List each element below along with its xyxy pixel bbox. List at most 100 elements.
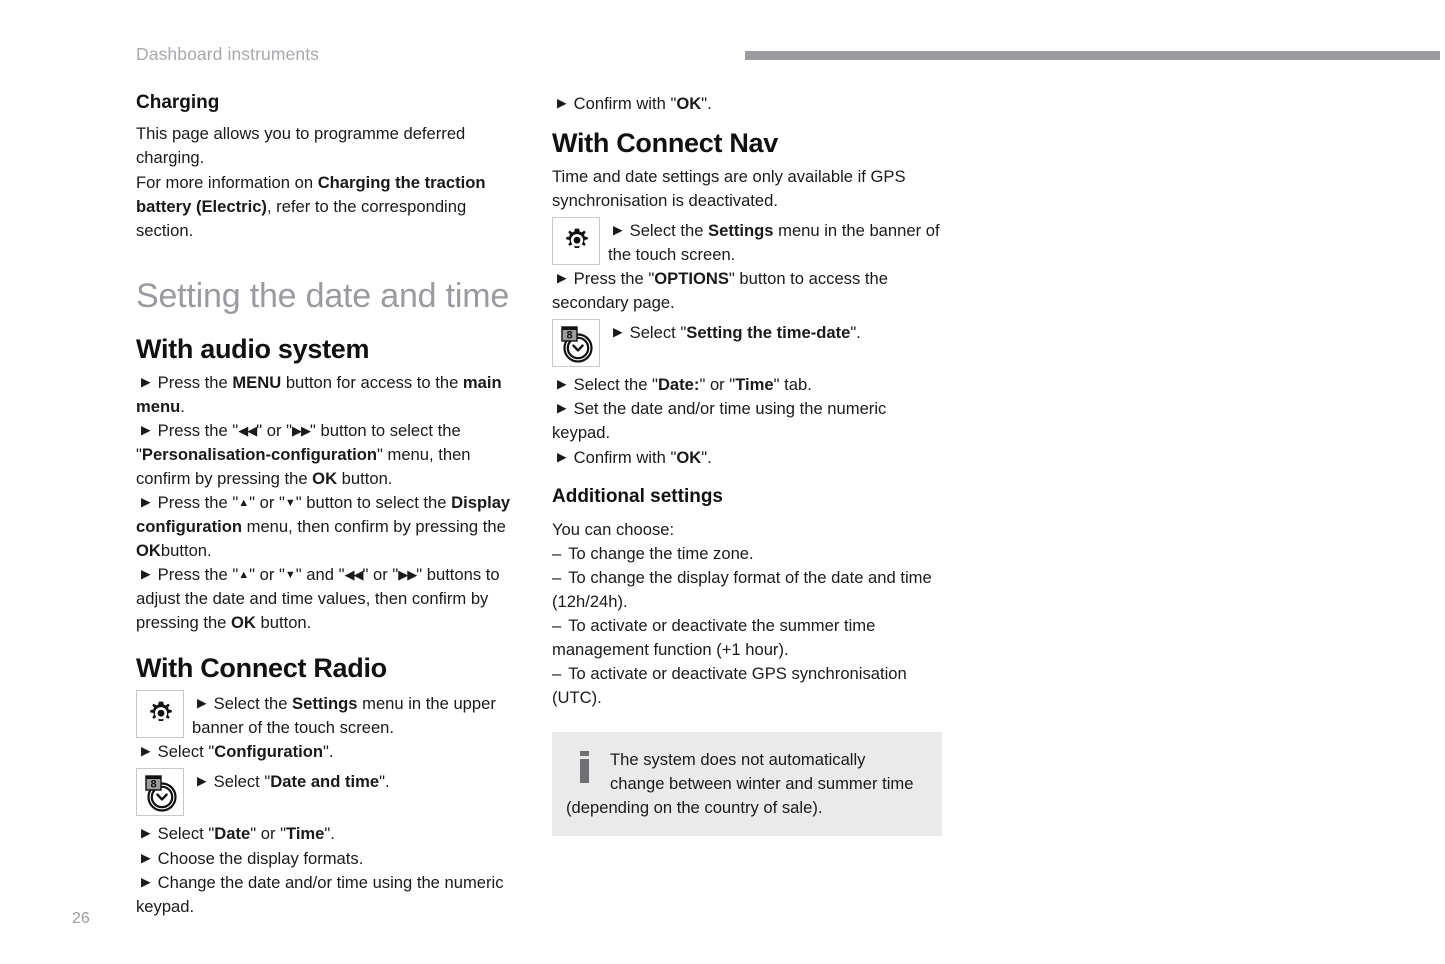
step-marker-icon: ▶ <box>197 774 207 789</box>
audio-step4-mid: " or " <box>249 565 285 585</box>
step-marker-icon: ▶ <box>141 422 151 437</box>
cn-step4-bold: Date: <box>657 375 700 395</box>
connect-radio-step-4: ▶ Select "Date" or "Time". <box>136 822 526 846</box>
info-icon <box>580 751 589 784</box>
audio-system-heading: With audio system <box>136 333 370 364</box>
gear-icon <box>150 701 172 722</box>
up-arrow-icon: ▲ <box>238 569 250 582</box>
step-marker-icon: ▶ <box>141 826 151 841</box>
connect-nav-step-2: ▶ Press the "OPTIONS" button to access th… <box>552 267 942 315</box>
connect-radio-step-6: ▶ Change the date and/or time using the n… <box>136 871 526 919</box>
cr-step2-bold: Configuration <box>214 742 324 762</box>
dash-marker-icon: – <box>552 544 562 564</box>
connect-nav-step-6: ▶ Confirm with "OK". <box>552 446 942 470</box>
cn-step4-pre: Select the " <box>573 375 658 395</box>
info-note-box: The system does not automatically change… <box>552 732 942 837</box>
additional-item-1-text: To change the time zone. <box>568 544 754 564</box>
up-arrow-icon: ▲ <box>238 497 250 510</box>
audio-step4-bold: OK <box>231 613 256 633</box>
confirm-bold: OK <box>676 94 702 113</box>
step-marker-icon: ▶ <box>613 223 623 238</box>
connect-radio-settings-row: ▶ Select the Settings menu in the upper b… <box>136 690 526 740</box>
step-marker-icon: ▶ <box>613 325 623 340</box>
cn-step6-pre: Confirm with " <box>573 447 677 467</box>
dash-marker-icon: – <box>552 664 562 684</box>
confirm-ok-step: ▶ Confirm with "OK". <box>552 92 942 116</box>
connect-radio-step-5: ▶ Choose the display formats. <box>136 847 526 871</box>
step-marker-icon: ▶ <box>141 567 151 582</box>
cn-step4-bold2: Time <box>735 375 774 395</box>
cr-step4-bold: Date <box>214 824 251 844</box>
audio-step-3: ▶ Press the "▲" or "▼" button to select t… <box>136 491 526 563</box>
cr-step3-post: ". <box>379 772 390 792</box>
audio-step1-mid: button for access to the <box>281 372 463 392</box>
cr-step3-pre: Select " <box>213 772 271 792</box>
audio-step4-end: button. <box>255 613 312 633</box>
audio-step2-mid: " or " <box>256 420 292 440</box>
connect-nav-step-4: ▶ Select the "Date:" or "Time" tab. <box>552 373 942 397</box>
page-section-title: Setting the date and time <box>136 276 510 315</box>
dash-marker-icon: – <box>552 616 562 636</box>
info-note-inner: The system does not automatically change… <box>566 748 928 820</box>
down-arrow-icon: ▼ <box>284 497 296 510</box>
cn-step6-bold: OK <box>676 447 702 467</box>
cr-step3-bold: Date and time <box>270 772 380 792</box>
connect-radio-datetime-row: 8 ▶ Select "Date and time". <box>136 768 526 817</box>
page-header: Dashboard instruments <box>0 44 1445 72</box>
connect-nav-datetime-row: 8 ▶ Select "Setting the time-date". <box>552 319 942 368</box>
cn-step1-pre: Select the <box>629 221 709 241</box>
audio-step-4: ▶ Press the "▲" or "▼" and "◀◀" or "▶▶" b… <box>136 563 526 635</box>
audio-step3-end: button. <box>160 541 212 561</box>
audio-step2-bold: Personalisation-configuration <box>141 444 377 464</box>
audio-step-1: ▶ Press the MENU button for access to the… <box>136 371 526 419</box>
cr-step4-bold2: Time <box>285 824 325 844</box>
connect-radio-step-2: ▶ Select "Configuration". <box>136 740 526 764</box>
settings-icon-box <box>552 217 600 266</box>
step-marker-icon: ▶ <box>141 495 151 510</box>
cr-step5-text: Choose the display formats. <box>157 848 364 868</box>
settings-icon-box <box>136 690 184 739</box>
svg-text:8: 8 <box>150 779 156 791</box>
step-marker-icon: ▶ <box>557 377 567 392</box>
info-icon-dot <box>580 751 589 757</box>
step-marker-icon: ▶ <box>141 850 151 865</box>
cr-step2-pre: Select " <box>157 742 215 762</box>
cn-step5-text: Set the date and/or time using the numer… <box>552 399 887 443</box>
connect-radio-step-1: ▶ Select the Settings menu in the upper b… <box>192 690 526 740</box>
fast-forward-arrow-icon: ▶▶ <box>292 422 311 438</box>
date-time-icon-box: 8 <box>136 768 184 817</box>
audio-step4-mid3: " or " <box>362 565 399 585</box>
confirm-post: ". <box>701 94 712 113</box>
audio-step3-bold2: OK <box>136 541 161 561</box>
step-marker-icon: ▶ <box>557 271 567 286</box>
connect-nav-settings-row: ▶ Select the Settings menu in the banner … <box>552 217 942 267</box>
audio-step3-post: menu, then confirm by pressing the <box>242 517 506 537</box>
audio-step1-post: . <box>180 396 185 416</box>
audio-step2-pre: Press the " <box>157 420 239 440</box>
dash-marker-icon: – <box>552 568 562 588</box>
audio-step3-mid: " or " <box>249 493 285 513</box>
info-note-line-1: The system does not automatically <box>610 750 866 770</box>
cn-step1-bold: Settings <box>708 221 774 241</box>
additional-item-4-text: To activate or deactivate GPS synchronis… <box>552 664 907 708</box>
calendar-clock-icon: 8 <box>145 775 177 813</box>
cr-step1-pre: Select the <box>213 694 293 714</box>
connect-nav-heading: With Connect Nav <box>552 128 778 159</box>
audio-step2-end: button. <box>337 468 393 488</box>
step-marker-icon: ▶ <box>141 374 151 389</box>
cr-step6-text: Change the date and/or time using the nu… <box>136 872 504 916</box>
cr-step4-post: ". <box>324 824 335 844</box>
confirm-pre: Confirm with " <box>573 94 677 113</box>
calendar-clock-icon: 8 <box>561 326 593 363</box>
fast-forward-arrow-icon: ▶▶ <box>398 567 417 583</box>
cr-step4-mid: " or " <box>250 824 286 844</box>
connect-nav-intro: Time and date settings are only availabl… <box>552 167 906 211</box>
step-marker-icon: ▶ <box>557 449 567 464</box>
audio-step1-bold: MENU <box>232 372 282 392</box>
cr-step2-post: ". <box>323 742 334 762</box>
charging-paragraph-2: For more information on Charging the tra… <box>136 171 526 243</box>
cr-step1-bold: Settings <box>292 694 358 714</box>
additional-item-4: – To activate or deactivate GPS synchroni… <box>552 662 942 710</box>
charging-heading: Charging <box>136 92 220 113</box>
running-head-title: Dashboard instruments <box>136 44 320 64</box>
